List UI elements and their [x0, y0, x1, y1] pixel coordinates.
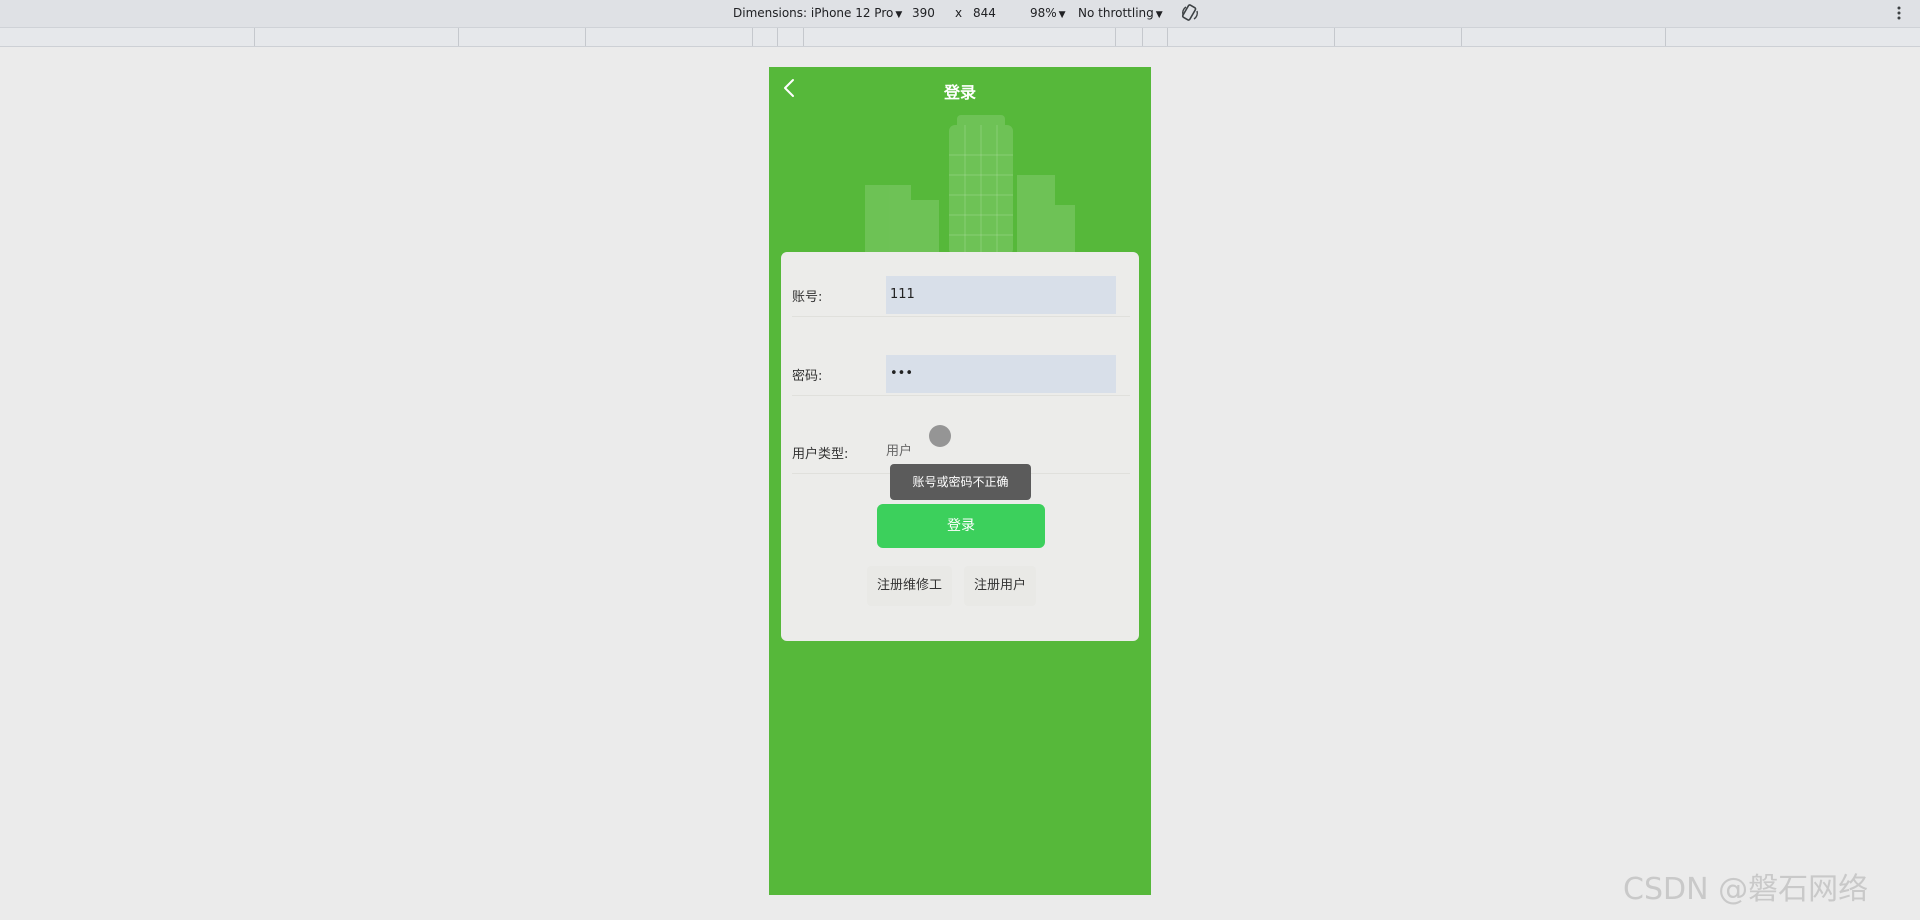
- password-row: 密码: •••: [792, 351, 1130, 396]
- ruler-tick: [1665, 28, 1666, 46]
- ruler-tick: [777, 28, 778, 46]
- ruler-tick: [752, 28, 753, 46]
- zoom-select[interactable]: 98% ▼: [1030, 6, 1066, 20]
- nav-bar: 登录: [769, 67, 1151, 111]
- login-card: 账号: 111 密码: ••• 用户类型: 用户 账号或密码不正确 登录 注册维…: [781, 252, 1139, 641]
- ruler-tick: [1334, 28, 1335, 46]
- device-select[interactable]: Dimensions: iPhone 12 Pro ▼: [733, 6, 902, 20]
- ruler-tick: [803, 28, 804, 46]
- ruler-tick: [585, 28, 586, 46]
- more-options-icon[interactable]: [1895, 3, 1903, 23]
- watermark: CSDN @磐石网络: [1623, 872, 1869, 907]
- zoom-label: 98%: [1030, 6, 1057, 20]
- register-repairer-button[interactable]: 注册维修工: [867, 566, 953, 606]
- media-query-ruler[interactable]: [0, 28, 1920, 47]
- city-buildings-illustration: [865, 115, 1075, 255]
- ruler-tick: [1142, 28, 1143, 46]
- touch-cursor: [929, 425, 951, 447]
- dimension-separator: x: [955, 6, 963, 20]
- register-user-button[interactable]: 注册用户: [964, 566, 1037, 606]
- caret-down-icon: ▼: [895, 10, 903, 20]
- login-button[interactable]: 登录: [877, 504, 1045, 548]
- password-label: 密码:: [792, 369, 823, 384]
- rotate-icon[interactable]: [1180, 3, 1200, 23]
- account-label: 账号:: [792, 290, 823, 305]
- width-input[interactable]: 390: [912, 6, 935, 20]
- ruler-tick: [458, 28, 459, 46]
- usertype-label: 用户类型:: [792, 447, 849, 462]
- height-input[interactable]: 844: [973, 6, 996, 20]
- ruler-tick: [1461, 28, 1462, 46]
- account-row: 账号: 111: [792, 272, 1130, 317]
- device-label: Dimensions: iPhone 12 Pro: [733, 6, 894, 20]
- caret-down-icon: ▼: [1155, 10, 1163, 20]
- account-input[interactable]: 111: [886, 276, 1116, 314]
- throttling-select[interactable]: No throttling ▼: [1078, 6, 1163, 20]
- error-toast: 账号或密码不正确: [890, 464, 1031, 500]
- throttling-label: No throttling: [1078, 6, 1154, 20]
- phone-viewport: 登录 账号: 111 密码: ••• 用户类型: 用户 账号或密码不正确 登录 …: [769, 67, 1151, 895]
- ruler-tick: [1167, 28, 1168, 46]
- caret-down-icon: ▼: [1058, 10, 1066, 20]
- password-input[interactable]: •••: [886, 355, 1116, 393]
- page-title: 登录: [943, 83, 976, 102]
- ruler-tick: [254, 28, 255, 46]
- devtools-device-toolbar: Dimensions: iPhone 12 Pro ▼ 390 x 844 98%…: [0, 0, 1920, 28]
- ruler-tick: [1115, 28, 1116, 46]
